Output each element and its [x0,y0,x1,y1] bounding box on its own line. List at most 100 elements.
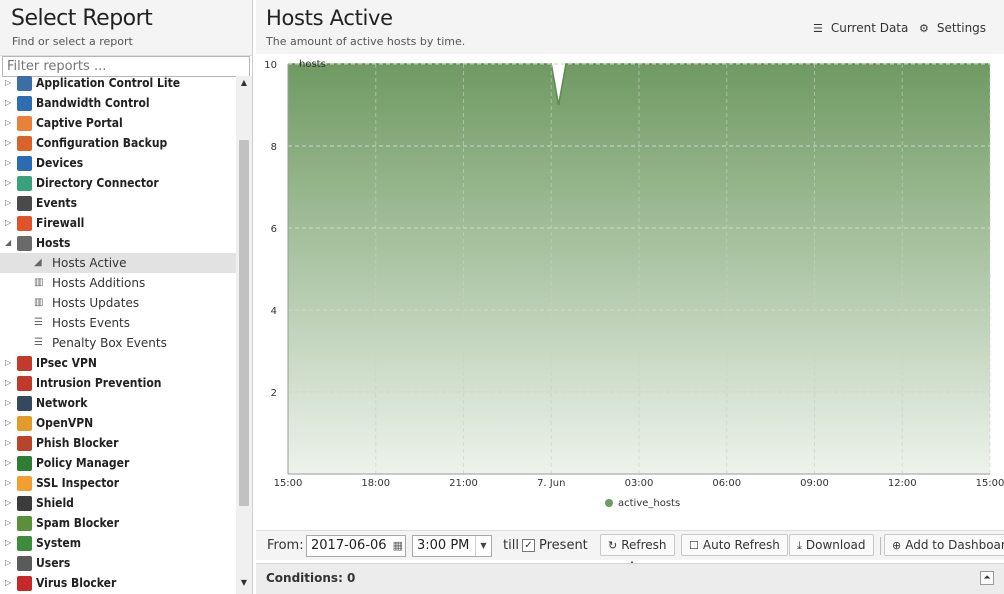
add-to-dashboard-button[interactable]: ⊕ Add to Dashboard [884,534,1004,556]
caret-collapsed-icon[interactable]: ▷ [5,453,13,473]
refresh-button[interactable]: ↻ Refresh [600,534,675,556]
caret-collapsed-icon[interactable]: ▷ [5,553,13,573]
caret-collapsed-icon[interactable]: ▷ [5,513,13,533]
tree-report-hosts-updates[interactable]: ▥ Hosts Updates [0,293,236,313]
caret-collapsed-icon[interactable]: ▷ [5,113,13,133]
tree-category-label: Hosts [36,236,71,250]
y-tick-label: 8 [271,142,277,153]
tree-category-label: Shield [36,496,74,510]
calendar-icon[interactable]: ▦ [393,537,403,555]
tree-category-firewall[interactable]: ▷ Firewall [0,213,236,233]
chevron-down-icon[interactable]: ▼ [475,536,491,556]
scroll-up-arrow-icon[interactable]: ▲ [236,78,252,92]
settings-button[interactable]: ⚙ Settings [919,19,986,37]
caret-collapsed-icon[interactable]: ▷ [5,76,13,93]
add-to-dashboard-label: Add to Dashboard [905,538,1004,552]
report-tree: ▷ Application Control Lite ▷ Bandwidth Cont… [0,76,236,594]
list-icon: ☰ [34,317,43,328]
conditions-panel: Conditions: 0 ⏶ [256,563,1004,594]
x-tick-label: 03:00 [625,478,654,489]
caret-collapsed-icon[interactable]: ▷ [5,473,13,493]
caret-collapsed-icon[interactable]: ▷ [5,353,13,373]
legend-label-active_hosts: active_hosts [618,498,680,509]
tree-category-directory-connector[interactable]: ▷ Directory Connector [0,173,236,193]
from-time-value: 3:00 PM [417,538,470,553]
report-toolbar: From: 2017-06-06 ▦ 3:00 PM ▼ till ✓ Pres… [256,530,1004,560]
gear-icon: ⚙ [919,22,929,35]
tree-category-label: Firewall [36,216,85,230]
x-tick-label: 15:00 [274,478,303,489]
caret-collapsed-icon[interactable]: ▷ [5,573,13,593]
tree-category-spam-blocker[interactable]: ▷ Spam Blocker [0,513,236,533]
tree-category-devices[interactable]: ▷ Devices [0,153,236,173]
tree-report-hosts-active[interactable]: ◢ Hosts Active [0,253,236,273]
current-data-button[interactable]: ☰ Current Data [813,19,908,37]
x-tick-label: 15:00 [976,478,1004,489]
tree-category-system[interactable]: ▷ System [0,533,236,553]
caret-collapsed-icon[interactable]: ▷ [5,153,13,173]
y-tick-label: 10 [264,60,277,71]
phish-icon [17,436,32,451]
report-description: The amount of active hosts by time. [266,35,466,48]
tree-report-hosts-events[interactable]: ☰ Hosts Events [0,313,236,333]
caret-collapsed-icon[interactable]: ▷ [5,493,13,513]
scroll-down-arrow-icon[interactable]: ▼ [236,578,252,592]
caret-collapsed-icon[interactable]: ▷ [5,193,13,213]
tree-category-label: Bandwidth Control [36,96,150,110]
present-checkbox[interactable]: ✓ [522,539,535,552]
download-button[interactable]: ⤓ Download [789,534,874,556]
tree-category-network[interactable]: ▷ Network [0,393,236,413]
till-label: till [503,538,519,553]
caret-collapsed-icon[interactable]: ▷ [5,373,13,393]
list-icon: ☰ [34,337,43,348]
caret-collapsed-icon[interactable]: ▷ [5,393,13,413]
tree-category-events[interactable]: ▷ Events [0,193,236,213]
collapse-up-icon[interactable]: ⏶ [980,571,994,585]
from-date-field[interactable]: 2017-06-06 ▦ [306,535,406,557]
tree-category-captive-portal[interactable]: ▷ Captive Portal [0,113,236,133]
tree-category-label: System [36,536,81,550]
tree-category-virus-blocker[interactable]: ▷ Virus Blocker [0,573,236,593]
tree-category-application-control-lite[interactable]: ▷ Application Control Lite [0,76,236,93]
tree-category-shield[interactable]: ▷ Shield [0,493,236,513]
virus-icon [17,576,32,591]
tree-category-ssl-inspector[interactable]: ▷ SSL Inspector [0,473,236,493]
caret-collapsed-icon[interactable]: ▷ [5,173,13,193]
tree-report-penalty-box-events[interactable]: ☰ Penalty Box Events [0,333,236,353]
caret-collapsed-icon[interactable]: ▷ [5,433,13,453]
tree-category-users[interactable]: ▷ Users [0,553,236,573]
caret-expanded-icon[interactable]: ◢ [5,233,13,253]
from-time-select[interactable]: 3:00 PM ▼ [412,535,492,557]
ssl-icon [17,476,32,491]
tree-category-openvpn[interactable]: ▷ OpenVPN [0,413,236,433]
tree-category-configuration-backup[interactable]: ▷ Configuration Backup [0,133,236,153]
tree-category-policy-manager[interactable]: ▷ Policy Manager [0,453,236,473]
tree-category-bandwidth-control[interactable]: ▷ Bandwidth Control [0,93,236,113]
tree-report-hosts-additions[interactable]: ▥ Hosts Additions [0,273,236,293]
report-selector-subtitle: Find or select a report [12,35,133,48]
bar-chart-icon: ▥ [34,297,44,308]
directory-icon [17,176,32,191]
tree-category-phish-blocker[interactable]: ▷ Phish Blocker [0,433,236,453]
tree-category-label: Application Control Lite [36,76,181,90]
auto-refresh-button[interactable]: ☐ Auto Refresh [681,534,788,556]
report-tree-scrollbar[interactable]: ▲ ▼ [236,76,252,594]
caret-collapsed-icon[interactable]: ▷ [5,413,13,433]
tree-report-label: Hosts Additions [52,276,146,290]
caret-collapsed-icon[interactable]: ▷ [5,93,13,113]
filter-reports-input[interactable] [2,56,250,77]
caret-collapsed-icon[interactable]: ▷ [5,133,13,153]
hosts-icon [17,236,32,251]
bar-chart-icon: ▥ [34,277,44,288]
tree-report-label: Penalty Box Events [52,336,167,350]
caret-collapsed-icon[interactable]: ▷ [5,533,13,553]
tree-category-hosts[interactable]: ◢ Hosts [0,233,236,253]
caret-collapsed-icon[interactable]: ▷ [5,213,13,233]
tree-category-label: Devices [36,156,84,170]
scrollbar-thumb[interactable] [239,140,249,506]
tree-category-ipsec-vpn[interactable]: ▷ IPsec VPN [0,353,236,373]
tree-category-intrusion-prevention[interactable]: ▷ Intrusion Prevention [0,373,236,393]
from-date-value: 2017-06-06 [311,538,387,553]
tree-category-label: IPsec VPN [36,356,97,370]
x-tick-label: 09:00 [800,478,829,489]
